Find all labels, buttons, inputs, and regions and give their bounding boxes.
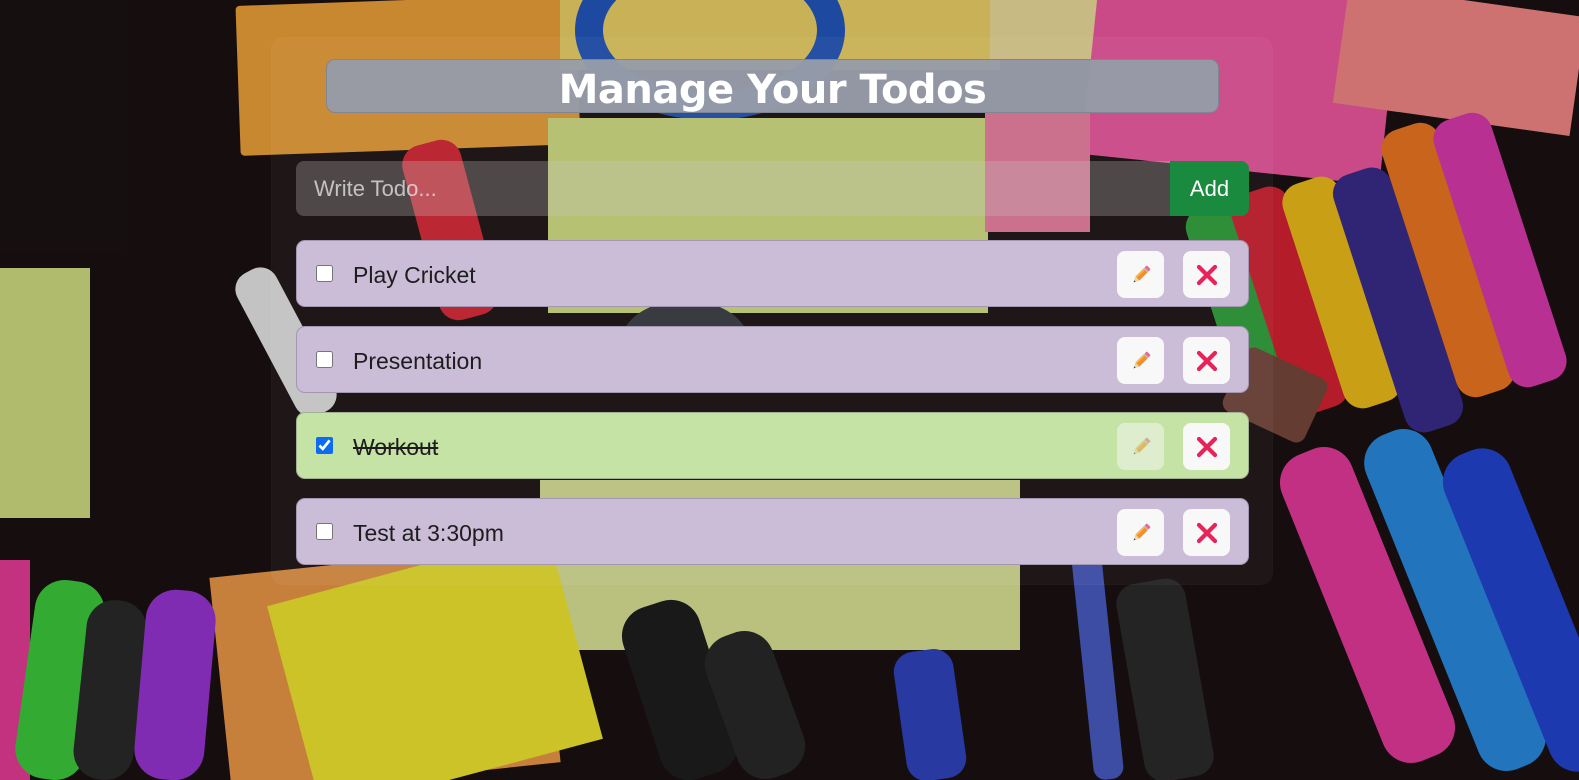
edit-button[interactable]	[1117, 509, 1164, 556]
todo-item: Workout	[296, 412, 1249, 479]
todo-text: Test at 3:30pm	[353, 520, 504, 546]
todo-checkbox[interactable]	[316, 437, 333, 454]
page-title: Manage Your Todos	[558, 67, 987, 113]
edit-button[interactable]	[1117, 337, 1164, 384]
pencil-icon	[1133, 437, 1150, 454]
todo-text: Presentation	[353, 348, 483, 374]
todo-list: Play Cricket Presentation Workout Test a…	[296, 240, 1249, 584]
pencil-icon	[1133, 265, 1150, 282]
edit-button[interactable]	[1117, 251, 1164, 298]
cross-mark-icon	[1196, 350, 1217, 371]
delete-button[interactable]	[1183, 509, 1230, 556]
pencil-icon	[1133, 523, 1150, 540]
delete-button[interactable]	[1183, 251, 1230, 298]
delete-button[interactable]	[1183, 423, 1230, 470]
todo-input[interactable]	[296, 161, 1170, 216]
todo-text: Workout	[353, 434, 439, 460]
cross-mark-icon	[1196, 436, 1217, 457]
todo-checkbox[interactable]	[316, 265, 333, 282]
cross-mark-icon	[1196, 264, 1217, 285]
todo-checkbox[interactable]	[316, 523, 333, 540]
todo-item: Play Cricket	[296, 240, 1249, 307]
delete-button[interactable]	[1183, 337, 1230, 384]
todo-item: Presentation	[296, 326, 1249, 393]
cross-mark-icon	[1196, 522, 1217, 543]
todo-item: Test at 3:30pm	[296, 498, 1249, 565]
todo-text: Play Cricket	[353, 262, 476, 288]
todo-checkbox[interactable]	[316, 351, 333, 368]
pencil-icon	[1133, 351, 1150, 368]
new-todo-form: Add	[296, 161, 1249, 216]
header-bar: Manage Your Todos	[326, 59, 1219, 113]
edit-button	[1117, 423, 1164, 470]
add-button[interactable]: Add	[1170, 161, 1249, 216]
